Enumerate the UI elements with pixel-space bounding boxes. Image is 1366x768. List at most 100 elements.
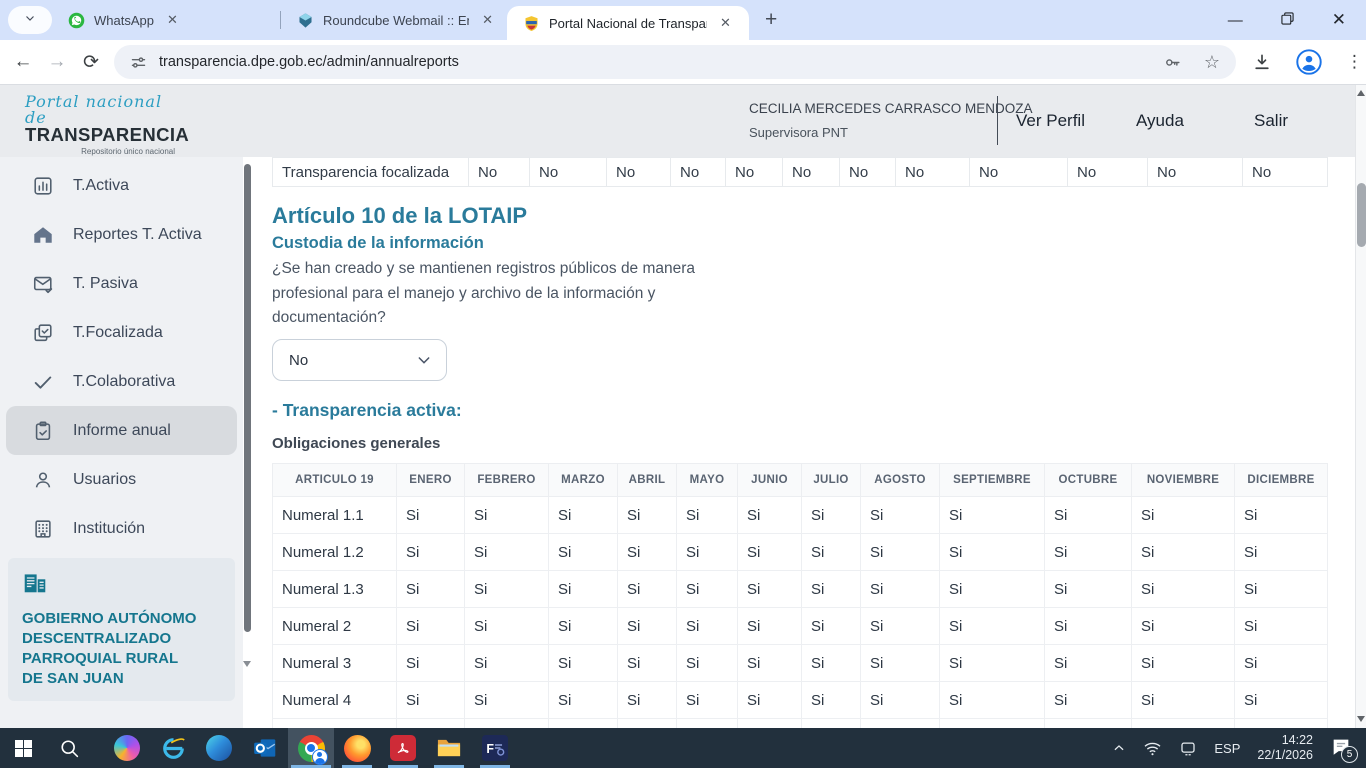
notification-center-button[interactable]: 5 [1330,736,1354,760]
new-tab-button[interactable]: + [759,8,783,32]
custody-select[interactable]: No [272,339,447,381]
browser-tab-1[interactable]: WhatsApp✕ [52,0,280,40]
salir-link[interactable]: Salir [1254,111,1288,131]
tray-chevron-up-icon[interactable] [1112,741,1126,755]
tab-search-button[interactable] [8,6,52,34]
sidebar-item-usuarios[interactable]: Usuarios [6,455,237,504]
row-value: Si [549,645,618,682]
browser-tab-2[interactable]: Roundcube Webmail :: Entrada✕ [281,0,507,40]
taskbar-search-button[interactable] [46,728,92,768]
focal-row-value: No [783,158,840,187]
chevron-down-icon [24,11,36,29]
wifi-icon[interactable] [1143,739,1162,758]
sidebar-item-label: Institución [73,520,145,538]
downloads-icon[interactable] [1252,52,1272,72]
table-header-cell: MAYO [677,464,738,497]
page-scrollbar[interactable] [1355,85,1366,728]
back-button[interactable]: ← [6,51,40,73]
taskbar-file-explorer-button[interactable] [426,728,472,768]
user-role: Supervisora PNT [749,125,995,140]
user-icon [31,469,55,491]
taskbar-firefox-button[interactable] [334,728,380,768]
url-text[interactable]: transparencia.dpe.gob.ec/admin/annualrep… [159,54,1141,70]
row-label: Numeral 4 [273,682,397,719]
taskbar-copilot-button[interactable] [104,728,150,768]
sidebar-scrollbar[interactable] [243,160,252,728]
browser-menu-icon[interactable]: ⋮ [1346,52,1363,72]
table-header-cell: JULIO [802,464,861,497]
taskbar-internet-explorer-button[interactable] [150,728,196,768]
sidebar-nav: T.ActivaReportes T. ActivaT. Pasiva T.Foc… [0,157,243,728]
sidebar-institution-block[interactable]: GOBIERNO AUTÓNOMODESCENTRALIZADOPARROQUI… [8,558,235,701]
row-value: Si [465,534,549,571]
address-bar[interactable]: transparencia.dpe.gob.ec/admin/annualrep… [114,45,1236,79]
sidebar-item-reportes-t-activa[interactable]: Reportes T. Activa [6,210,237,259]
row-value: Si [940,608,1045,645]
row-value: Si [738,645,802,682]
taskbar-chrome-button[interactable] [288,728,334,768]
row-value: Si [738,534,802,571]
chevron-down-icon [416,352,432,368]
row-value: Si [1045,608,1132,645]
acrobat-icon [390,735,416,761]
row-value: Si [861,571,940,608]
chrome-icon [298,735,325,762]
taskbar-f-app-button[interactable]: F [472,728,518,768]
row-value: Si [618,682,677,719]
clock[interactable]: 14:22 22/1/2026 [1257,733,1313,763]
row-value: Si [1235,645,1328,682]
tab-close-icon[interactable]: ✕ [163,12,182,28]
clipboard-check-icon [31,420,55,442]
taskbar-edge-button[interactable] [196,728,242,768]
row-value: Si [802,608,861,645]
site-info-icon[interactable] [130,54,147,71]
tab-title: Portal Nacional de Transparenci [549,16,707,31]
web-page: Portal nacional de TRANSPARENCIA Reposit… [0,85,1366,728]
row-value: Si [549,682,618,719]
sidebar-item-informe-anual[interactable]: Informe anual [6,406,237,455]
focal-row-value: No [840,158,896,187]
svg-text:F: F [486,742,494,756]
tab-close-icon[interactable]: ✕ [716,15,735,31]
table-row: Numeral 3SiSiSiSiSiSiSiSiSiSiSiSi [273,645,1328,682]
bookmark-star-icon[interactable]: ☆ [1204,52,1220,73]
main-content: Transparencia focalizadaNoNoNoNoNoNoNoNo… [252,157,1355,728]
row-value: Si [1235,682,1328,719]
restore-button[interactable] [1281,12,1294,29]
sidebar-scroll-down-arrow[interactable] [243,661,251,667]
ver-perfil-link[interactable]: Ver Perfil [1016,111,1085,131]
page-scroll-up-arrow[interactable] [1357,90,1365,96]
row-value: Si [397,534,465,571]
reload-button[interactable]: ⟳ [74,51,108,74]
browser-tabstrip: WhatsApp✕Roundcube Webmail :: Entrada✕Po… [0,0,1366,40]
close-window-button[interactable]: ✕ [1332,10,1346,30]
sidebar-item-t-colaborativa[interactable]: T.Colaborativa [6,357,237,406]
profile-avatar[interactable] [1296,49,1322,75]
sidebar-scrollbar-thumb[interactable] [244,164,251,632]
sidebar-item-t-pasiva[interactable]: T. Pasiva [6,259,237,308]
sidebar-item-t-activa[interactable]: T.Activa [6,161,237,210]
language-indicator[interactable]: ESP [1214,741,1240,756]
table-header-row: ARTICULO 19ENEROFEBREROMARZOABRILMAYOJUN… [273,464,1328,497]
tab-close-icon[interactable]: ✕ [478,12,497,28]
taskbar-start-button[interactable] [0,728,46,768]
sidebar-item-institución[interactable]: Institución [6,504,237,553]
forward-button[interactable]: → [40,51,74,73]
password-key-icon[interactable] [1163,53,1182,72]
tray-display-icon[interactable] [1179,739,1197,757]
taskbar-outlook-button[interactable] [242,728,288,768]
sidebar-item-label: T.Focalizada [73,324,163,342]
row-value: Si [1235,608,1328,645]
taskbar-acrobat-button[interactable] [380,728,426,768]
row-value: Si [618,645,677,682]
table-row: Numeral 2SiSiSiSiSiSiSiSiSiSiSiSi [273,608,1328,645]
page-scroll-down-arrow[interactable] [1357,716,1365,722]
ayuda-link[interactable]: Ayuda [1136,111,1184,131]
row-value: Si [802,571,861,608]
row-value: Si [465,497,549,534]
table-row: Numeral 4SiSiSiSiSiSiSiSiSiSiSiSi [273,682,1328,719]
sidebar-item-t-focalizada[interactable]: T.Focalizada [6,308,237,357]
browser-tab-3[interactable]: Portal Nacional de Transparenci ✕ [507,6,749,40]
page-scrollbar-thumb[interactable] [1357,183,1366,247]
minimize-button[interactable]: — [1228,12,1243,29]
